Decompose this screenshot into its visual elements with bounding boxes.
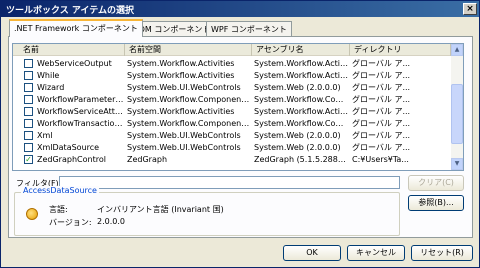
item-name: ZedGraphControl xyxy=(37,155,106,164)
list-item[interactable]: WorkflowParameterBi... System.Workflow.C… xyxy=(13,94,451,105)
item-directory: グローバル ア... xyxy=(352,59,411,68)
language-label: 言語: xyxy=(49,205,68,214)
close-button[interactable]: × xyxy=(463,3,477,15)
column-header-namespace[interactable]: 名前空間 xyxy=(125,44,252,56)
item-namespace: System.Workflow.Activities xyxy=(127,71,235,80)
checkbox[interactable] xyxy=(24,119,33,128)
item-namespace: System.Workflow.Activities xyxy=(127,59,235,68)
reset-button[interactable]: リセット(R) xyxy=(411,245,473,261)
globe-icon xyxy=(26,208,38,220)
list-item[interactable]: Xml System.Web.UI.WebControls System.Web… xyxy=(13,130,451,141)
item-name: WebServiceOutput xyxy=(37,59,112,68)
item-namespace: System.Workflow.ComponentM... xyxy=(127,95,251,104)
item-namespace: System.Web.UI.WebControls xyxy=(127,131,241,140)
vertical-scrollbar[interactable]: ▲ ▼ xyxy=(451,44,463,170)
scroll-up-button[interactable]: ▲ xyxy=(451,44,463,56)
checkbox[interactable] xyxy=(24,71,33,80)
item-directory: グローバル ア... xyxy=(352,131,411,140)
item-directory: グローバル ア... xyxy=(352,95,411,104)
item-name: WorkflowServiceAttri... xyxy=(37,107,125,116)
ok-button[interactable]: OK xyxy=(283,245,341,261)
item-assembly: System.Workflow.Comp... xyxy=(254,95,349,104)
item-assembly: System.Workflow.Activi... xyxy=(254,107,349,116)
arrow-up-icon: ▲ xyxy=(454,46,460,53)
item-namespace: System.Web.UI.WebControls xyxy=(127,83,241,92)
tab-net-framework[interactable]: .NET Framework コンポーネント xyxy=(9,19,143,37)
item-assembly: System.Web (2.0.0.0) xyxy=(254,131,341,140)
tab-wpf[interactable]: WPF コンポーネント xyxy=(206,21,292,36)
checkbox[interactable] xyxy=(24,83,33,92)
item-namespace: System.Workflow.Activities xyxy=(127,107,235,116)
item-name: Wizard xyxy=(37,83,65,92)
list-item[interactable]: ✓ ZedGraphControl ZedGraph ZedGraph (5.1… xyxy=(13,154,451,165)
checkbox[interactable] xyxy=(24,95,33,104)
item-assembly: System.Web (2.0.0.0) xyxy=(254,143,341,152)
list-item[interactable]: Wizard System.Web.UI.WebControls System.… xyxy=(13,82,451,93)
list-item[interactable]: WorkflowTransaction... System.Workflow.C… xyxy=(13,118,451,129)
checkbox[interactable] xyxy=(24,131,33,140)
checkbox[interactable] xyxy=(24,107,33,116)
close-icon: × xyxy=(466,4,474,14)
cancel-button[interactable]: キャンセル xyxy=(347,245,405,261)
version-value: 2.0.0.0 xyxy=(97,217,125,226)
title-bar: ツールボックス アイテムの選択 × xyxy=(1,1,479,17)
item-assembly: System.Workflow.Comp... xyxy=(254,119,349,128)
filter-input[interactable] xyxy=(59,176,400,189)
item-namespace: System.Workflow.ComponentM... xyxy=(127,119,251,128)
language-value: インバリアント言語 (Invariant 国) xyxy=(97,205,224,214)
item-name: XmlDataSource xyxy=(37,143,100,152)
toolbox-items-dialog: ツールボックス アイテムの選択 × .NET Framework コンポーネント… xyxy=(0,0,480,268)
column-header-assembly[interactable]: アセンブリ名 xyxy=(252,44,350,56)
item-directory: C:¥Users¥Ta... xyxy=(352,155,409,164)
list-item[interactable]: XmlDataSource System.Web.UI.WebControls … xyxy=(13,142,451,153)
item-directory: グローバル ア... xyxy=(352,71,411,80)
item-directory: グローバル ア... xyxy=(352,119,411,128)
item-directory: グローバル ア... xyxy=(352,143,411,152)
item-assembly: ZedGraph (5.1.5.28844) xyxy=(254,155,349,164)
components-list[interactable]: 名前 名前空間 アセンブリ名 ディレクトリ WebServiceOutput S… xyxy=(12,43,464,171)
item-namespace: System.Web.UI.WebControls xyxy=(127,143,241,152)
list-header: 名前 名前空間 アセンブリ名 ディレクトリ xyxy=(13,44,451,56)
list-item[interactable]: WebServiceOutput System.Workflow.Activit… xyxy=(13,58,451,69)
list-item[interactable]: While System.Workflow.Activities System.… xyxy=(13,70,451,81)
window-title: ツールボックス アイテムの選択 xyxy=(6,6,134,16)
checkbox[interactable] xyxy=(24,143,33,152)
clear-button[interactable]: クリア(C) xyxy=(408,175,464,191)
version-label: バージョン: xyxy=(49,218,92,227)
checkbox-checked[interactable]: ✓ xyxy=(24,155,33,164)
list-item[interactable]: WorkflowServiceAttri... System.Workflow.… xyxy=(13,106,451,117)
column-header-directory[interactable]: ディレクトリ xyxy=(350,44,451,56)
item-name: WorkflowParameterBi... xyxy=(37,95,125,104)
item-assembly: System.Workflow.Activi... xyxy=(254,71,349,80)
browse-button[interactable]: 参照(B)... xyxy=(408,195,464,211)
item-name: While xyxy=(37,71,60,80)
group-title: AccessDataSource xyxy=(21,186,99,195)
item-directory: グローバル ア... xyxy=(352,107,411,116)
item-namespace: ZedGraph xyxy=(127,155,168,164)
item-assembly: System.Web (2.0.0.0) xyxy=(254,83,341,92)
arrow-down-icon: ▼ xyxy=(454,160,460,167)
item-directory: グローバル ア... xyxy=(352,83,411,92)
checkbox[interactable] xyxy=(24,59,33,68)
scroll-down-button[interactable]: ▼ xyxy=(451,158,463,170)
scroll-thumb[interactable] xyxy=(451,84,463,144)
column-header-name[interactable]: 名前 xyxy=(13,44,125,56)
item-assembly: System.Workflow.Activi... xyxy=(254,59,349,68)
item-name: Xml xyxy=(37,131,53,140)
item-name: WorkflowTransaction... xyxy=(37,119,125,128)
